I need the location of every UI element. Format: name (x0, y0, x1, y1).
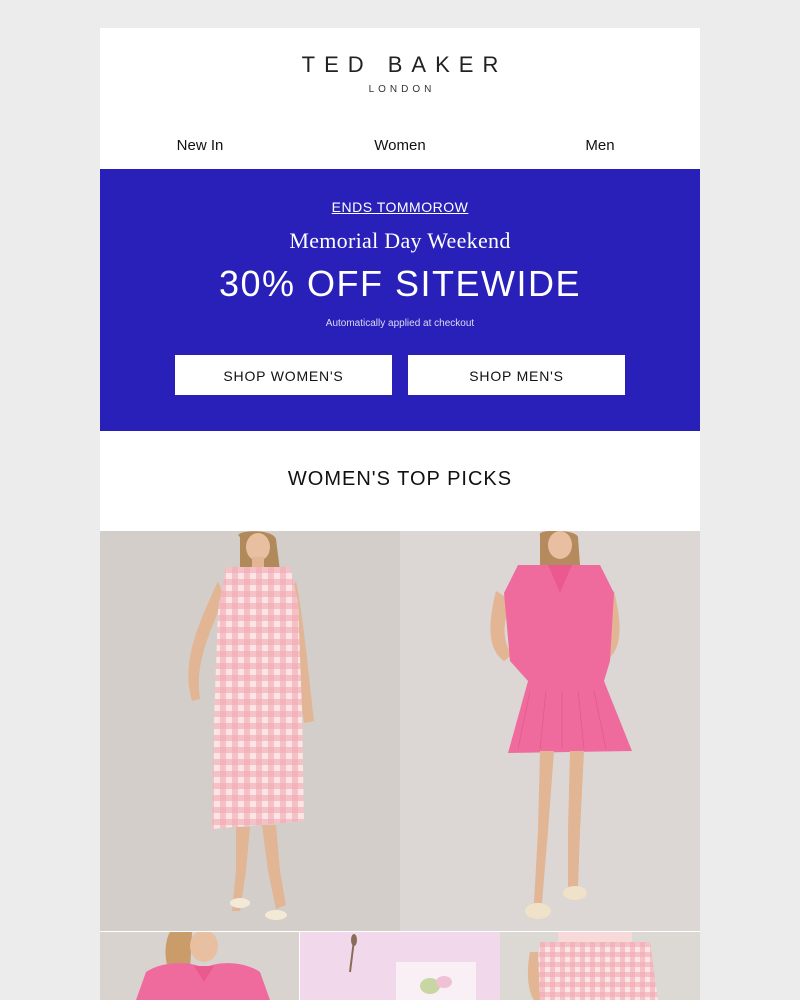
product-tile-pink-knit-dress[interactable] (400, 531, 700, 931)
pink-knit-top-image (136, 932, 270, 1000)
product-tile-floral[interactable] (300, 932, 500, 1000)
ends-link[interactable]: ENDS TOMMOROW (332, 199, 469, 215)
gingham-dress-image (188, 531, 314, 920)
ends-notice: ENDS TOMMOROW (100, 199, 700, 215)
email-container: TED BAKER LONDON New In Women Men ENDS T… (100, 28, 700, 1000)
promo-headline: Memorial Day Weekend (289, 228, 511, 253)
shop-mens-button[interactable]: SHOP MEN'S (408, 355, 625, 395)
nav-bar: New In Women Men (100, 136, 700, 168)
brand-sub: LONDON (368, 84, 436, 95)
product-tile-pink-knit-top[interactable] (100, 932, 299, 1000)
promo-offer: 30% OFF SITEWIDE (218, 263, 582, 304)
gingham-skirt-image (527, 932, 658, 1000)
brand-logo[interactable]: TED BAKER LONDON (100, 28, 700, 148)
product-tile-gingham-skirt[interactable] (500, 932, 700, 1000)
promo-fine-print: Automatically applied at checkout (325, 318, 475, 329)
nav-item-men[interactable]: Men (500, 136, 700, 156)
nav-item-new-in[interactable]: New In (100, 136, 300, 156)
promo-banner: ENDS TOMMOROW Memorial Day Weekend 30% O… (100, 169, 700, 431)
pink-knit-dress-image (490, 531, 632, 919)
product-tile-gingham-dress[interactable] (100, 531, 400, 931)
nav-item-women[interactable]: Women (300, 136, 500, 156)
section-title: WOMEN'S TOP PICKS (287, 468, 513, 490)
floral-still-life-image (349, 934, 476, 1000)
shop-womens-button[interactable]: SHOP WOMEN'S (175, 355, 392, 395)
brand-name: TED BAKER (301, 52, 508, 77)
